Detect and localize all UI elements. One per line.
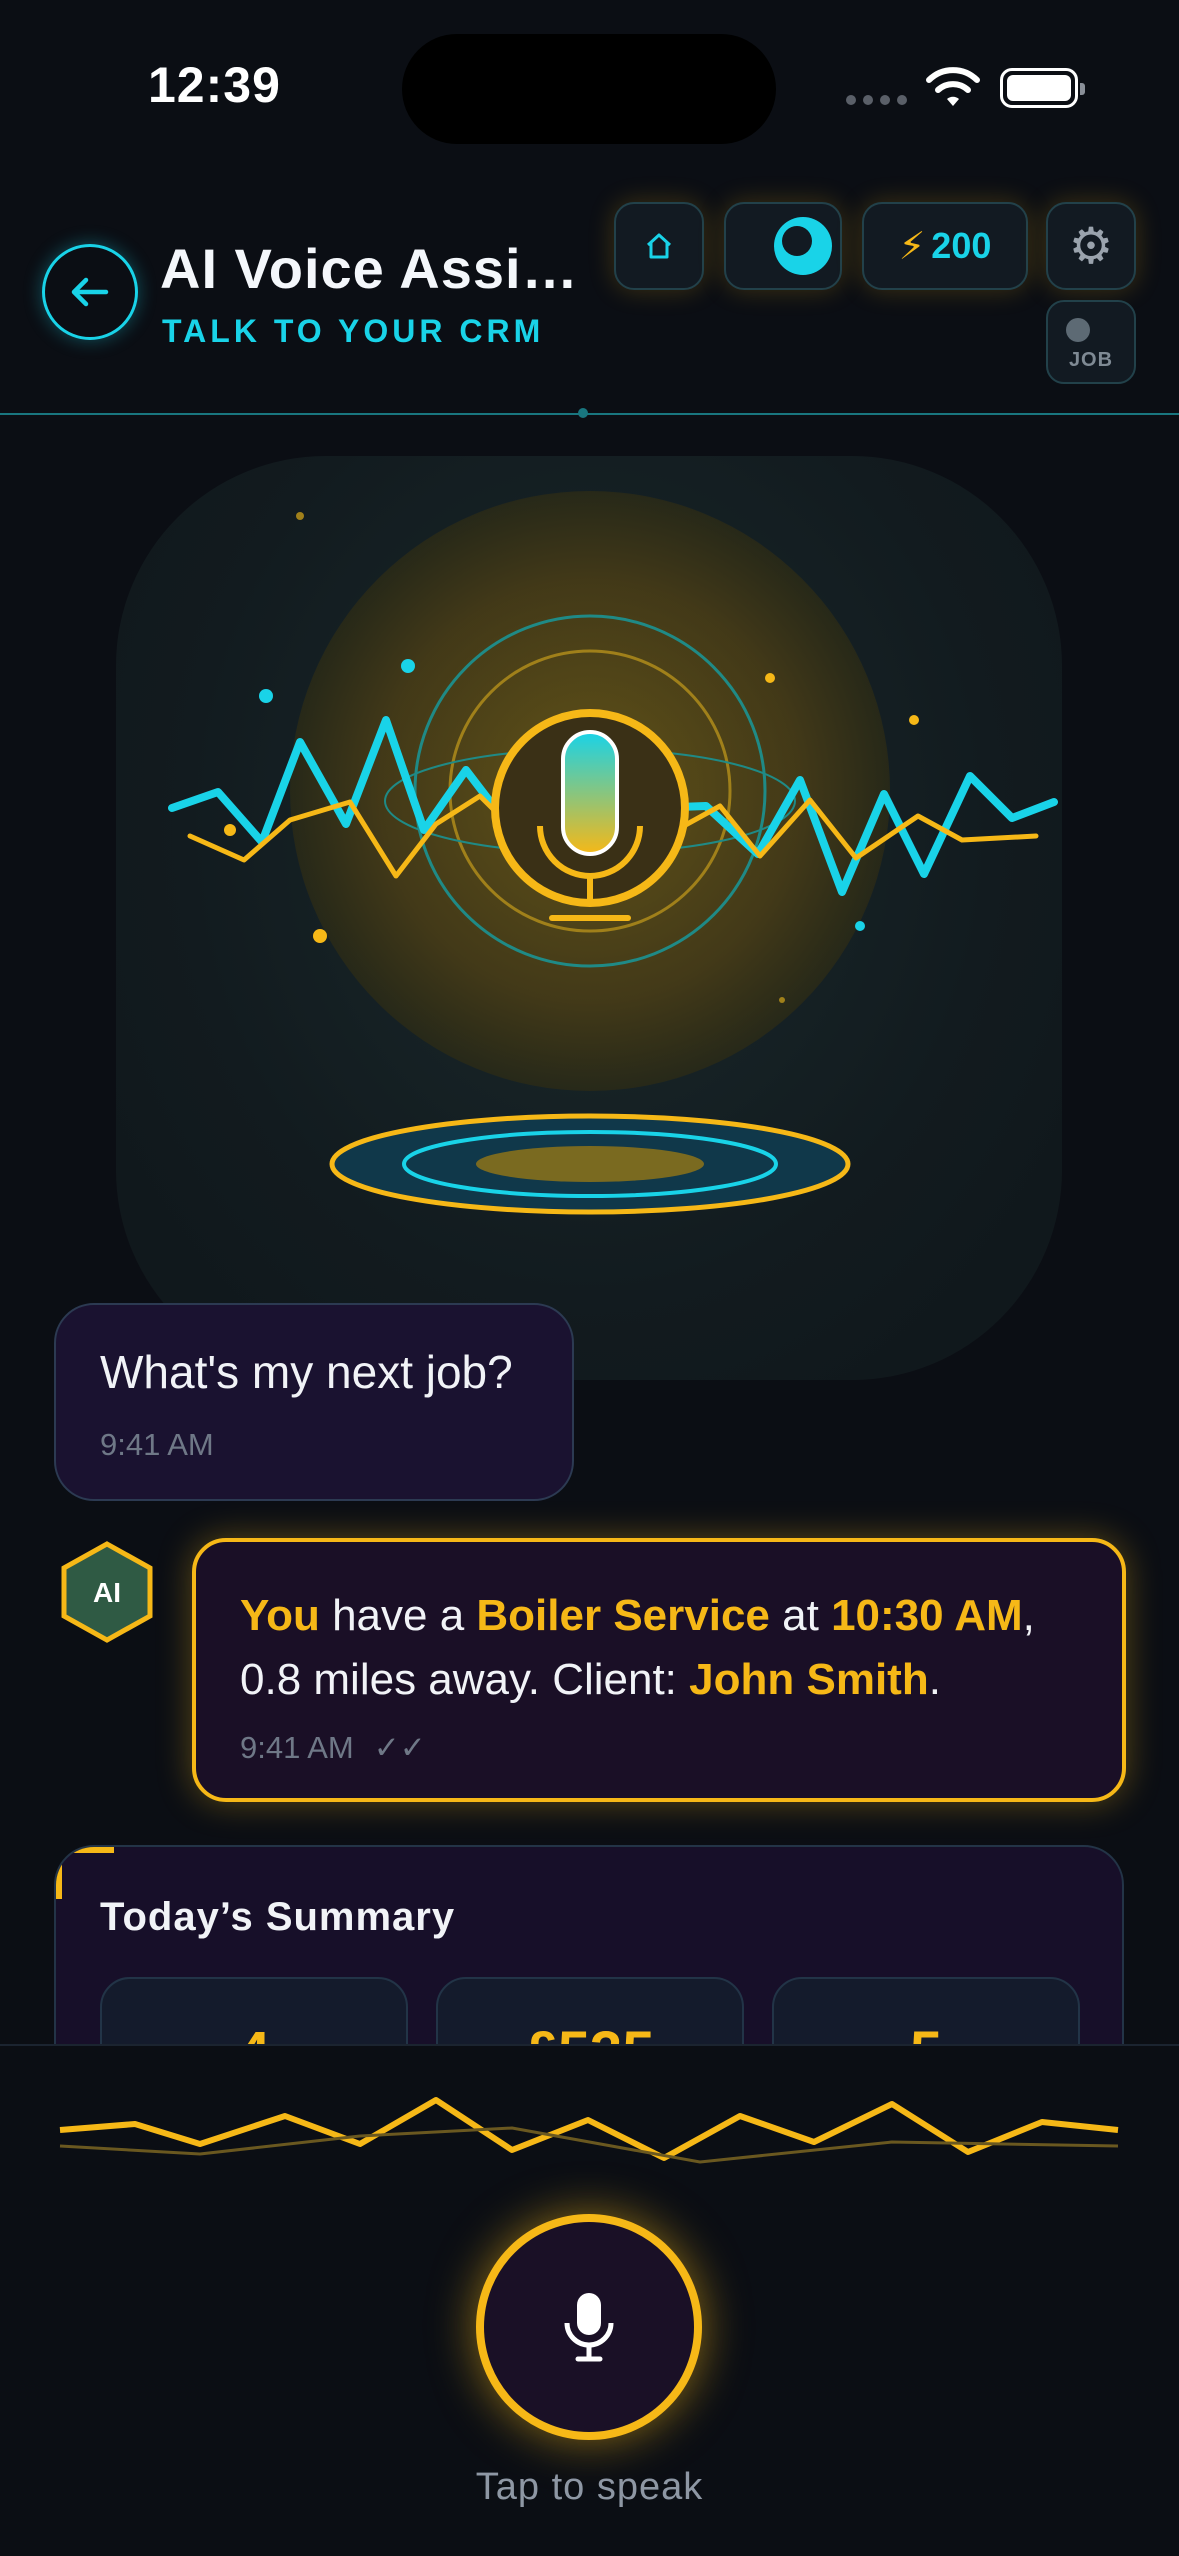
ai-avatar: AI — [61, 1541, 153, 1643]
ai-message-bubble: You have a Boiler Service at 10:30 AM, 0… — [192, 1538, 1126, 1802]
read-receipt-icon: ✓✓ — [373, 1730, 426, 1765]
cellular-signal-icon — [846, 95, 907, 105]
user-message-time: 9:41 AM — [100, 1427, 214, 1462]
voice-visualizer — [168, 491, 1058, 1215]
ai-message-time: 9:41 AM ✓✓ — [240, 1730, 426, 1765]
user-message-bubble: What's my next job? 9:41 AM — [54, 1303, 574, 1501]
microphone-icon — [564, 2293, 614, 2362]
credits-badge[interactable]: ⚡ 200 — [862, 202, 1028, 290]
back-button[interactable] — [42, 244, 138, 340]
job-toggle[interactable]: JOB — [1046, 300, 1136, 384]
home-button[interactable] — [614, 202, 704, 290]
page-subtitle: TALK TO YOUR CRM — [162, 313, 545, 349]
record-button[interactable] — [476, 2214, 702, 2440]
job-toggle-label: JOB — [1068, 349, 1114, 371]
summary-title: Today’s Summary — [100, 1895, 456, 1939]
divider-dot — [578, 408, 588, 418]
credits-count: 200 — [931, 225, 992, 266]
gear-icon: ⚙ — [1068, 218, 1114, 274]
theme-toggle[interactable] — [724, 202, 842, 290]
status-time: 12:39 — [148, 57, 281, 113]
header-divider — [0, 413, 1179, 415]
user-message-text: What's my next job? — [100, 1346, 513, 1398]
home-icon — [646, 233, 672, 259]
settings-button[interactable]: ⚙ — [1046, 202, 1136, 290]
tap-to-speak-label: Tap to speak — [475, 2466, 704, 2508]
card-accent — [56, 1847, 62, 1899]
wifi-icon — [926, 67, 980, 106]
moon-icon — [774, 217, 832, 275]
page-title: AI Voice Assis… — [160, 237, 594, 300]
ai-avatar-label: AI — [93, 1577, 121, 1608]
battery-icon — [1000, 68, 1085, 108]
toggle-knob — [1066, 318, 1090, 342]
card-accent — [56, 1847, 114, 1853]
lightning-icon: ⚡ — [898, 225, 926, 268]
dynamic-island — [402, 34, 776, 144]
ai-message-text: You have a Boiler Service at 10:30 AM, 0… — [240, 1591, 1035, 1704]
arrow-left-icon — [71, 277, 109, 307]
audio-waveform — [59, 2097, 1119, 2164]
